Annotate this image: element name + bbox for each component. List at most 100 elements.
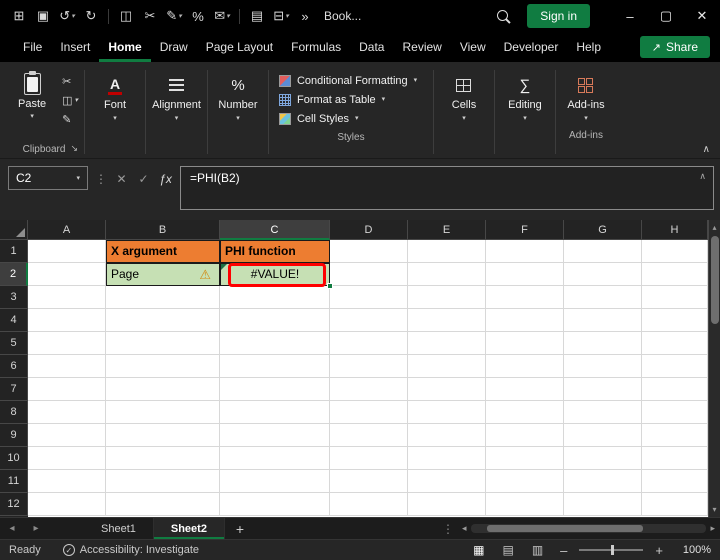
cell-C8[interactable] <box>220 401 330 424</box>
sign-in-button[interactable]: Sign in <box>527 4 590 28</box>
tab-help[interactable]: Help <box>567 32 610 62</box>
page-break-preview-button[interactable]: ▥ <box>527 543 548 557</box>
row-header-2[interactable]: 2 <box>0 263 28 286</box>
cell-G11[interactable] <box>564 470 642 493</box>
cell-A11[interactable] <box>28 470 106 493</box>
row-header-12[interactable]: 12 <box>0 493 28 516</box>
cell-D6[interactable] <box>330 355 408 378</box>
add-ins-button[interactable]: Add-ins <box>567 99 604 111</box>
row-header-7[interactable]: 7 <box>0 378 28 401</box>
cell-H12[interactable] <box>642 493 708 516</box>
cell-H2[interactable] <box>642 263 708 286</box>
name-box[interactable]: C2 ▾ <box>8 166 88 190</box>
cell-F3[interactable] <box>486 286 564 309</box>
tab-home[interactable]: Home <box>99 32 151 62</box>
cell-H4[interactable] <box>642 309 708 332</box>
cell-A8[interactable] <box>28 401 106 424</box>
cell-F1[interactable] <box>486 240 564 263</box>
comment-icon[interactable]: ✉ ▾ <box>211 4 233 28</box>
copy-icon[interactable]: ◫ <box>115 4 137 28</box>
zoom-out-button[interactable]: – <box>556 543 571 558</box>
accessibility-checker-button[interactable]: ✓ Accessibility: Investigate <box>62 544 199 556</box>
cell-C4[interactable] <box>220 309 330 332</box>
cell-C9[interactable] <box>220 424 330 447</box>
row-header-8[interactable]: 8 <box>0 401 28 424</box>
column-header-H[interactable]: H <box>642 220 708 240</box>
row-header-6[interactable]: 6 <box>0 355 28 378</box>
cell-H10[interactable] <box>642 447 708 470</box>
scroll-right-icon[interactable]: ▸ <box>710 523 715 534</box>
row-header-10[interactable]: 10 <box>0 447 28 470</box>
cell-E8[interactable] <box>408 401 486 424</box>
cell-E9[interactable] <box>408 424 486 447</box>
cell-A9[interactable] <box>28 424 106 447</box>
cell-D3[interactable] <box>330 286 408 309</box>
cell-A3[interactable] <box>28 286 106 309</box>
tab-formulas[interactable]: Formulas <box>282 32 350 62</box>
cell-C1[interactable]: PHI function <box>220 240 330 263</box>
tab-draw[interactable]: Draw <box>151 32 197 62</box>
cell-H1[interactable] <box>642 240 708 263</box>
cell-F10[interactable] <box>486 447 564 470</box>
vertical-scrollbar[interactable]: ▴ ▾ <box>708 220 720 517</box>
tab-file[interactable]: File <box>14 32 51 62</box>
cell-E10[interactable] <box>408 447 486 470</box>
tab-developer[interactable]: Developer <box>495 32 568 62</box>
minimize-button[interactable]: – <box>612 0 648 32</box>
cell-D10[interactable] <box>330 447 408 470</box>
cell-B3[interactable] <box>106 286 220 309</box>
formula-input[interactable]: =PHI(B2) ∧ <box>180 166 714 210</box>
cell-B7[interactable] <box>106 378 220 401</box>
cell-H7[interactable] <box>642 378 708 401</box>
cell-D2[interactable] <box>330 263 408 286</box>
cell-C3[interactable] <box>220 286 330 309</box>
workbook-name[interactable]: Book... <box>324 9 361 23</box>
cell-E4[interactable] <box>408 309 486 332</box>
cell-A10[interactable] <box>28 447 106 470</box>
next-sheet-icon[interactable]: ▸ <box>24 518 48 539</box>
cut-icon[interactable]: ✂ <box>139 4 161 28</box>
cell-B11[interactable] <box>106 470 220 493</box>
cell-C10[interactable] <box>220 447 330 470</box>
cell-C6[interactable] <box>220 355 330 378</box>
tab-insert[interactable]: Insert <box>51 32 99 62</box>
cell-F8[interactable] <box>486 401 564 424</box>
format-painter-icon[interactable]: ✎ ▾ <box>163 4 185 28</box>
cancel-icon[interactable]: ✕ <box>114 172 129 186</box>
column-header-E[interactable]: E <box>408 220 486 240</box>
cell-E3[interactable] <box>408 286 486 309</box>
cell-G4[interactable] <box>564 309 642 332</box>
tab-view[interactable]: View <box>451 32 495 62</box>
cell-D7[interactable] <box>330 378 408 401</box>
page-layout-view-button[interactable]: ▤ <box>497 543 518 557</box>
cell-G10[interactable] <box>564 447 642 470</box>
excel-app-icon[interactable]: ⊞ <box>8 4 30 28</box>
scroll-up-icon[interactable]: ▴ <box>712 222 716 233</box>
select-all-button[interactable] <box>0 220 28 240</box>
scroll-left-icon[interactable]: ◂ <box>462 523 467 534</box>
cell-B5[interactable] <box>106 332 220 355</box>
format-painter-button[interactable]: ✎ <box>62 113 78 126</box>
cell-C12[interactable] <box>220 493 330 516</box>
cell-A6[interactable] <box>28 355 106 378</box>
cell-A5[interactable] <box>28 332 106 355</box>
cell-F5[interactable] <box>486 332 564 355</box>
more-commands-icon[interactable]: » <box>294 4 316 28</box>
previous-sheet-icon[interactable]: ◂ <box>0 518 24 539</box>
print-icon[interactable]: ▤ <box>246 4 268 28</box>
cell-D4[interactable] <box>330 309 408 332</box>
cell-A12[interactable] <box>28 493 106 516</box>
number-group-button[interactable]: % Number ▾ <box>210 66 266 158</box>
column-header-F[interactable]: F <box>486 220 564 240</box>
cut-button[interactable]: ✂ <box>62 75 78 88</box>
cell-F11[interactable] <box>486 470 564 493</box>
cell-H9[interactable] <box>642 424 708 447</box>
row-header-9[interactable]: 9 <box>0 424 28 447</box>
column-header-C[interactable]: C <box>220 220 330 240</box>
cell-A1[interactable] <box>28 240 106 263</box>
cell-H8[interactable] <box>642 401 708 424</box>
sheet-tab-options-icon[interactable]: ⋮ <box>434 518 462 539</box>
tab-review[interactable]: Review <box>393 32 450 62</box>
cell-F6[interactable] <box>486 355 564 378</box>
cell-B6[interactable] <box>106 355 220 378</box>
